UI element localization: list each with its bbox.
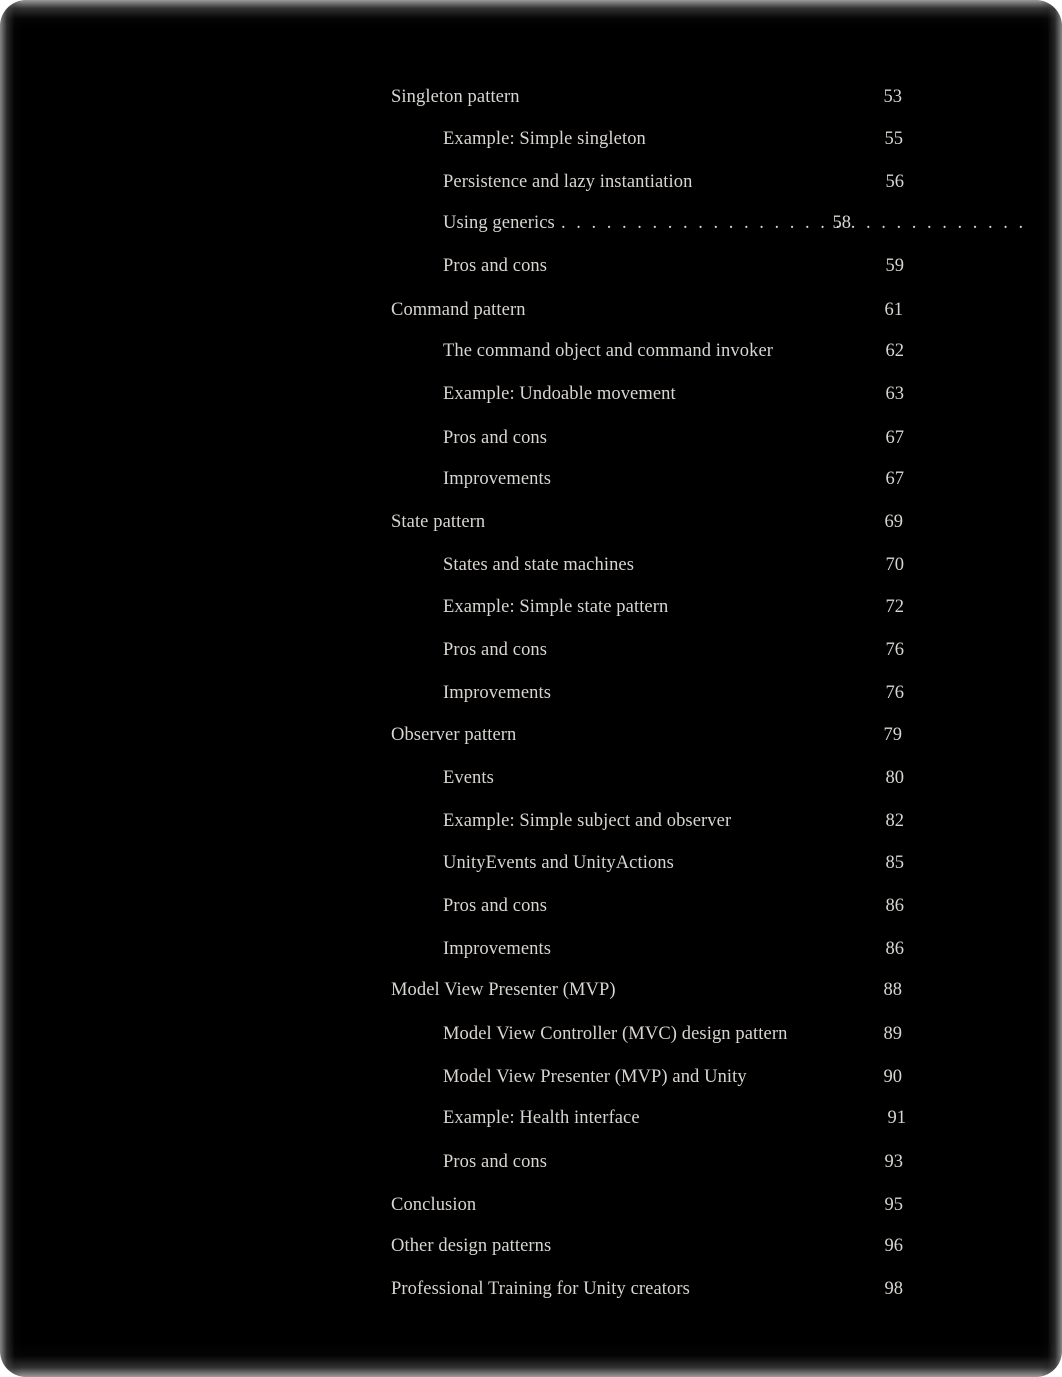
toc-entry-page-number: 95: [884, 1195, 904, 1215]
toc-entry-page-number: 67: [885, 428, 905, 448]
toc-entry[interactable]: Example: Simple subject and observer 82: [0, 808, 1062, 834]
toc-entry-label: Pros and cons: [443, 640, 548, 660]
toc-entry-label: Pros and cons: [443, 1152, 548, 1172]
toc-entry-label: Persistence and lazy instantiation: [443, 172, 693, 192]
toc-entry[interactable]: Persistence and lazy instantiation 56: [0, 169, 1062, 195]
toc-entry-label: Pros and cons: [443, 256, 548, 276]
toc-entry-label: Using generics: [443, 213, 555, 233]
toc-entry-page-number: 67: [885, 469, 905, 489]
toc-entry[interactable]: State pattern 69: [0, 509, 1062, 535]
toc-entry-page-number: 55: [884, 129, 904, 149]
toc-entry-label: Example: Simple state pattern: [443, 597, 669, 617]
toc-entry-page-number: 86: [885, 939, 905, 959]
toc-entry[interactable]: The command object and command invoker 62: [0, 338, 1062, 364]
toc-entry-label: Example: Simple subject and observer: [443, 811, 732, 831]
toc-entry-page-number: 72: [885, 597, 905, 617]
toc-entry-page-number: 88: [883, 980, 903, 1000]
toc-entry-page-number: 69: [884, 512, 904, 532]
toc-dot-leader: . . . . . . . . . . . . . . . . . . . . …: [561, 213, 1027, 233]
toc-entry-page-number: 80: [885, 768, 905, 788]
toc-entry-page-number: 58: [832, 213, 852, 233]
toc-entry-page-number: 56: [885, 172, 905, 192]
toc-entry-page-number: 93: [884, 1152, 904, 1172]
toc-entry-label: Professional Training for Unity creators: [391, 1279, 690, 1299]
toc-entry-label: Command pattern: [391, 300, 526, 320]
toc-entry-label: Pros and cons: [443, 428, 548, 448]
toc-entry-page-number: 76: [885, 683, 905, 703]
toc-entry[interactable]: Command pattern 61: [0, 297, 1062, 323]
toc-entry-label: Pros and cons: [443, 896, 548, 916]
toc-entry-label: UnityEvents and UnityActions: [443, 853, 674, 873]
toc-entry-label: Singleton pattern: [391, 87, 520, 107]
toc-entry[interactable]: Pros and cons 76: [0, 637, 1062, 663]
toc-entry-label: Improvements: [443, 469, 552, 489]
toc-entry[interactable]: States and state machines 70: [0, 552, 1062, 578]
toc-entry-label: Example: Health interface: [443, 1108, 640, 1128]
toc-entry-label: Improvements: [443, 939, 552, 959]
toc-entry-label: Model View Presenter (MVP): [391, 980, 616, 1000]
toc-entry[interactable]: Events 80: [0, 765, 1062, 791]
toc-entry-label: Conclusion: [391, 1195, 477, 1215]
toc-entry-page-number: 82: [885, 811, 905, 831]
toc-entry-page-number: 89: [883, 1024, 903, 1044]
pdf-page-surface: Singleton pattern 53 Example: Simple singl…: [0, 0, 1062, 1377]
toc-entry[interactable]: Conclusion 95: [0, 1192, 1062, 1218]
toc-entry-label: Example: Undoable movement: [443, 384, 676, 404]
toc-entry[interactable]: Improvements 76: [0, 680, 1062, 706]
toc-entry-page-number: 86: [885, 896, 905, 916]
toc-entry-page-number: 91: [887, 1108, 907, 1128]
toc-entry[interactable]: Improvements 67: [0, 466, 1062, 492]
toc-entry[interactable]: Example: Simple state pattern 72: [0, 594, 1062, 620]
toc-entry-label: Other design patterns: [391, 1236, 552, 1256]
toc-entry-page-number: 79: [883, 725, 903, 745]
toc-entry-label: State pattern: [391, 512, 486, 532]
toc-entry-label: Model View Presenter (MVP) and Unity: [443, 1067, 747, 1087]
toc-entry[interactable]: Pros and cons 86: [0, 893, 1062, 919]
toc-entry[interactable]: Example: Health interface 91: [0, 1105, 1062, 1131]
toc-entry[interactable]: Model View Presenter (MVP) 88: [0, 977, 1062, 1003]
toc-entry[interactable]: UnityEvents and UnityActions 85: [0, 850, 1062, 876]
toc-entry-page-number: 53: [883, 87, 903, 107]
toc-entry-label: Improvements: [443, 683, 552, 703]
toc-entry-label: States and state machines: [443, 555, 635, 575]
toc-entry[interactable]: Model View Presenter (MVP) and Unity 90: [0, 1064, 1062, 1090]
toc-entry[interactable]: Example: Undoable movement 63: [0, 381, 1062, 407]
toc-entry[interactable]: Professional Training for Unity creators…: [0, 1276, 1062, 1302]
toc-entry-page-number: 96: [884, 1236, 904, 1256]
toc-entry[interactable]: Pros and cons 59: [0, 253, 1062, 279]
table-of-contents: Singleton pattern 53 Example: Simple singl…: [0, 0, 1062, 1377]
toc-entry-label: Example: Simple singleton: [443, 129, 646, 149]
toc-entry-page-number: 85: [885, 853, 905, 873]
toc-entry-page-number: 61: [884, 300, 904, 320]
toc-entry-page-number: 90: [883, 1067, 903, 1087]
toc-entry-page-number: 59: [885, 256, 905, 276]
toc-entry-label: Model View Controller (MVC) design patte…: [443, 1024, 788, 1044]
toc-entry[interactable]: Observer pattern 79: [0, 722, 1062, 748]
toc-entry[interactable]: Improvements 86: [0, 936, 1062, 962]
toc-entry-label: The command object and command invoker: [443, 341, 774, 361]
toc-entry-page-number: 98: [884, 1279, 904, 1299]
toc-entry-label: Observer pattern: [391, 725, 517, 745]
toc-entry[interactable]: Pros and cons 93: [0, 1149, 1062, 1175]
toc-entry-page-number: 63: [885, 384, 905, 404]
toc-entry[interactable]: Model View Controller (MVC) design patte…: [0, 1021, 1062, 1047]
toc-entry[interactable]: Other design patterns 96: [0, 1233, 1062, 1259]
toc-entry-page-number: 76: [885, 640, 905, 660]
toc-entry[interactable]: Pros and cons 67: [0, 425, 1062, 451]
toc-entry-page-number: 62: [885, 341, 905, 361]
toc-entry[interactable]: Example: Simple singleton 55: [0, 126, 1062, 152]
toc-entry-page-number: 70: [885, 555, 905, 575]
toc-entry[interactable]: Singleton pattern 53: [0, 84, 1062, 110]
toc-entry[interactable]: Using generics . . . . . . . . . . . . . …: [0, 210, 1062, 236]
toc-entry-label: Events: [443, 768, 494, 788]
